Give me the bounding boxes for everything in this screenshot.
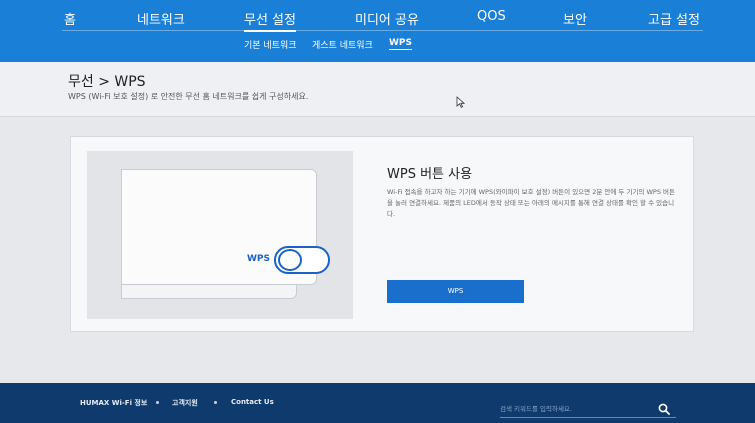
page-title: 무선 > WPS	[68, 74, 146, 90]
menu-advanced[interactable]: 고급 설정	[648, 9, 700, 28]
footer-separator	[214, 401, 217, 404]
menu-qos[interactable]: QOS	[477, 9, 506, 24]
menu-home[interactable]: 홈	[64, 9, 76, 28]
page-description: WPS (Wi-Fi 보호 설정) 로 안전한 무선 홈 네트워크를 쉽게 구성…	[68, 92, 309, 101]
nav-divider	[62, 30, 703, 31]
mouse-pointer-icon	[456, 96, 465, 108]
wps-card-description: Wi-Fi 접속을 하고자 하는 기기에 WPS(와이파이 보호 설정) 버튼이…	[387, 188, 675, 218]
toggle-knob	[278, 249, 302, 271]
menu-security[interactable]: 보안	[563, 9, 587, 28]
menu-wireless[interactable]: 무선 설정	[244, 9, 296, 32]
menu-network[interactable]: 네트워크	[137, 9, 185, 28]
page-header: 무선 > WPS WPS (Wi-Fi 보호 설정) 로 안전한 무선 홈 네트…	[0, 62, 755, 117]
main-menu: 홈 네트워크 무선 설정 미디어 공유 QOS 보안 고급 설정	[0, 9, 755, 32]
search-icon[interactable]	[658, 403, 670, 415]
wps-button[interactable]: WPS	[387, 280, 524, 303]
wps-card-title: WPS 버튼 사용	[387, 167, 473, 182]
wps-card: WPS WPS 버튼 사용 Wi-Fi 접속을 하고자 하는 기기에 WPS(와…	[70, 136, 694, 332]
footer-link-support[interactable]: 고객지원	[172, 398, 198, 408]
footer-link-humax-info[interactable]: HUMAX Wi-Fi 정보	[80, 398, 147, 408]
submenu-basic-network[interactable]: 기본 네트워크	[244, 38, 297, 51]
submenu-guest-network[interactable]: 게스트 네트워크	[312, 38, 373, 51]
top-navigation: 홈 네트워크 무선 설정 미디어 공유 QOS 보안 고급 설정 기본 네트워크…	[0, 0, 755, 62]
menu-media-sharing[interactable]: 미디어 공유	[355, 9, 419, 28]
router-body: WPS	[121, 169, 330, 285]
footer-separator	[156, 401, 159, 404]
footer-search-input[interactable]	[500, 403, 648, 415]
footer-link-contact[interactable]: Contact Us	[231, 398, 274, 406]
footer: HUMAX Wi-Fi 정보 고객지원 Contact Us	[0, 383, 755, 423]
router-illustration: WPS	[87, 151, 353, 319]
search-underline	[500, 417, 676, 418]
wps-toggle-icon	[274, 246, 330, 274]
submenu-wps[interactable]: WPS	[389, 38, 413, 50]
illustration-wps-label: WPS	[247, 254, 271, 264]
